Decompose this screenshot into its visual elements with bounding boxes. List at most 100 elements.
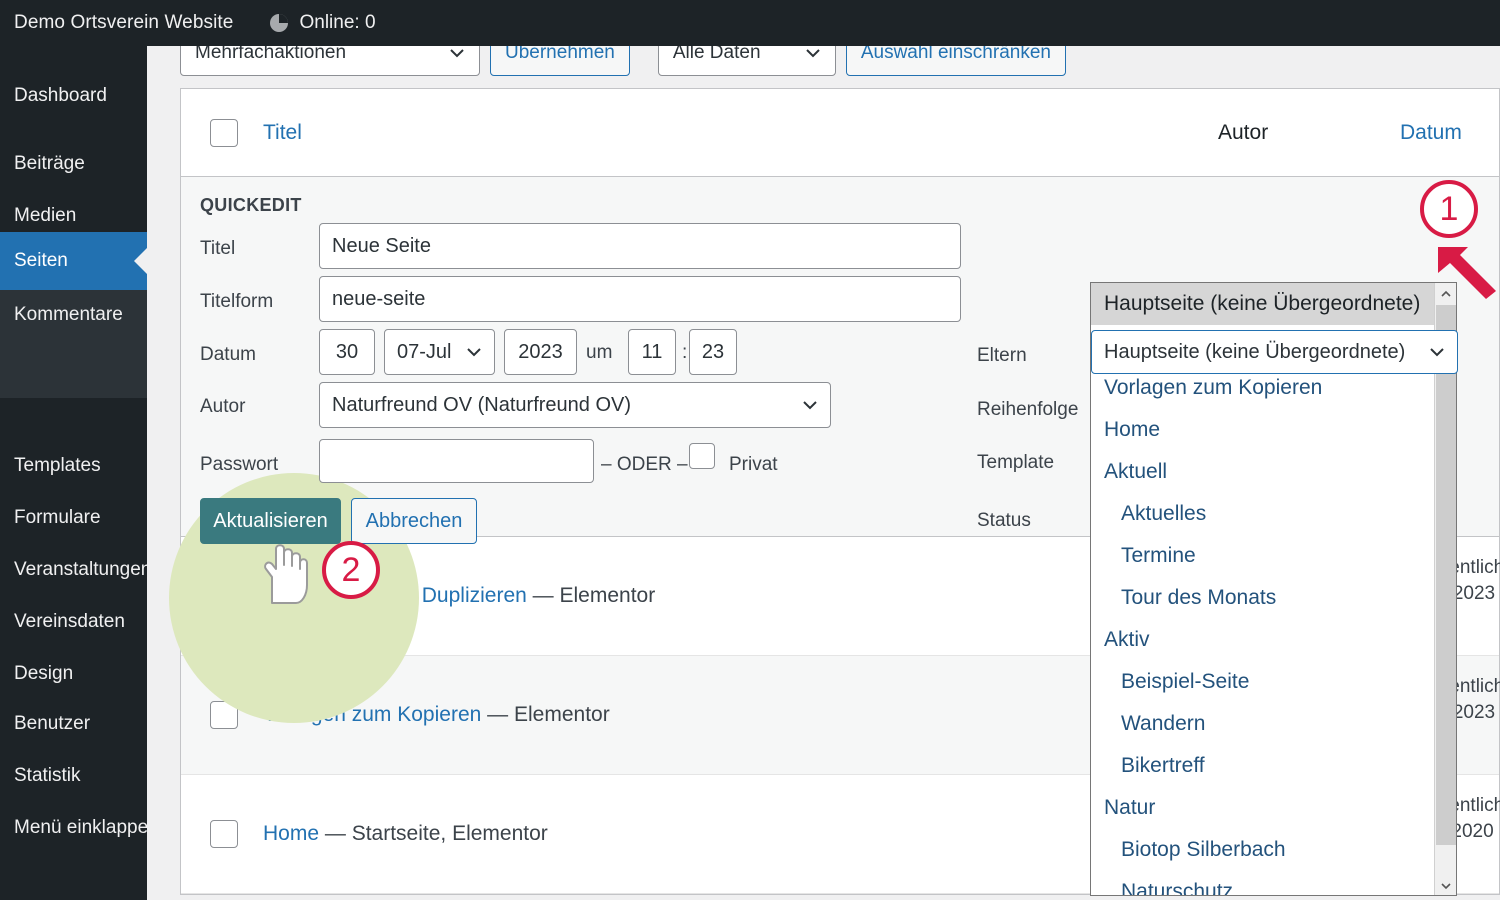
date-month-select[interactable]: 07-Jul xyxy=(384,329,495,375)
sidebar-item-label: Templates xyxy=(14,455,101,476)
label-datum: Datum xyxy=(200,344,256,365)
dropdown-option[interactable]: Termine xyxy=(1091,535,1456,577)
private-checkbox[interactable] xyxy=(689,443,715,469)
sidebar-item-veranstaltungen[interactable]: Veranstaltungen xyxy=(0,546,151,594)
hand-cursor-icon xyxy=(264,544,308,604)
sidebar-item-beitraege[interactable]: Beiträge xyxy=(0,140,147,188)
row-checkbox[interactable] xyxy=(210,582,238,610)
dropdown-option-label: Wandern xyxy=(1121,712,1206,735)
row-checkbox-wrap[interactable] xyxy=(181,582,238,610)
sidebar-item-benutzer[interactable]: Benutzer xyxy=(0,700,147,748)
chevron-down-icon xyxy=(1430,348,1444,357)
parent-select-value: Hauptseite (keine Übergeordnete) xyxy=(1104,340,1406,363)
row-title-meta: — Startseite, Elementor xyxy=(324,822,548,845)
dropdown-option[interactable]: Beispiel-Seite xyxy=(1091,661,1456,703)
row-checkbox-wrap[interactable] xyxy=(181,820,238,848)
sidebar-item-label: Seiten xyxy=(14,250,68,271)
time-hour-input[interactable]: 11 xyxy=(628,329,676,375)
column-header-author: Autor xyxy=(1218,120,1269,144)
row-checkbox[interactable] xyxy=(210,701,238,729)
dropdown-scroll-thumb[interactable] xyxy=(1436,305,1456,845)
title-input-value: Neue Seite xyxy=(332,234,431,257)
parent-dropdown-list[interactable]: Hauptseite (keine Übergeordnete) Leere S… xyxy=(1090,282,1457,896)
dropdown-option[interactable]: Biotop Silberbach xyxy=(1091,829,1456,871)
pointer-arrow-icon xyxy=(1438,247,1496,299)
cancel-label: Abbrechen xyxy=(365,509,463,532)
date-day-value: 30 xyxy=(335,340,359,363)
dropdown-option-label: Aktuell xyxy=(1104,460,1168,483)
dropdown-option-label: Vorlagen zum Kopieren xyxy=(1104,376,1323,399)
chevron-down-icon xyxy=(806,49,820,58)
online-counter[interactable]: Online: 0 xyxy=(269,12,376,34)
select-all-checkbox[interactable] xyxy=(210,118,238,147)
dropdown-option[interactable]: Aktiv xyxy=(1091,619,1456,661)
row-title: Leere Seite zum Duplizieren — Elementor xyxy=(263,584,655,608)
admin-sidebar: Dashboard Beiträge Medien Seiten Komment… xyxy=(0,46,159,900)
dropdown-option[interactable]: Tour des Monats xyxy=(1091,577,1456,619)
sidebar-item-templates[interactable]: Templates xyxy=(0,442,147,490)
slug-input[interactable]: neue-seite xyxy=(319,276,961,322)
sidebar-item-design[interactable]: Design xyxy=(0,650,147,698)
chevron-down-icon xyxy=(803,401,817,410)
sidebar-collapse-menu[interactable]: Menü einklappen xyxy=(0,804,159,852)
sidebar-item-kommentare[interactable]: Kommentare xyxy=(0,290,147,398)
dropdown-option[interactable]: Naturschutz xyxy=(1091,871,1456,895)
step-marker-2: 2 xyxy=(322,541,380,599)
label-template: Template xyxy=(977,452,1055,473)
dropdown-scrollbar[interactable] xyxy=(1434,283,1456,895)
sidebar-item-label: Veranstaltungen xyxy=(14,559,152,580)
step-marker-2-label: 2 xyxy=(341,550,361,589)
or-label: – ODER – xyxy=(601,454,688,475)
label-titelform: Titelform xyxy=(200,291,274,312)
date-month-value: 07-Jul xyxy=(397,340,452,363)
dropdown-option[interactable]: Wandern xyxy=(1091,703,1456,745)
label-eltern: Eltern xyxy=(977,345,1027,366)
sidebar-item-label: Design xyxy=(14,663,74,684)
column-header-title[interactable]: Titel xyxy=(263,121,302,145)
sidebar-item-vereinsdaten[interactable]: Vereinsdaten xyxy=(0,598,147,646)
title-input[interactable]: Neue Seite xyxy=(319,223,961,269)
time-minute-input[interactable]: 23 xyxy=(689,329,737,375)
sidebar-item-formulare[interactable]: Formulare xyxy=(0,494,147,542)
online-label: Online: 0 xyxy=(299,12,376,33)
row-title-meta: — Elementor xyxy=(487,703,610,726)
update-button[interactable]: Aktualisieren xyxy=(200,498,341,544)
quickedit-heading: QUICKEDIT xyxy=(200,195,302,215)
cancel-button[interactable]: Abbrechen xyxy=(351,498,477,544)
scroll-down-arrow-icon[interactable] xyxy=(1435,875,1456,895)
row-title-link[interactable]: Home xyxy=(263,822,319,845)
update-label: Aktualisieren xyxy=(213,509,328,532)
dropdown-option-label: Bikertreff xyxy=(1121,754,1205,777)
site-title[interactable]: Demo Ortsverein Website xyxy=(0,12,233,34)
row-title-link[interactable]: Vorlagen zum Kopieren xyxy=(263,703,481,726)
dropdown-option[interactable]: Natur xyxy=(1091,787,1456,829)
dropdown-option-label: Home xyxy=(1104,418,1161,441)
sidebar-item-label: Vereinsdaten xyxy=(14,611,125,632)
dropdown-option-label: Hauptseite (keine Übergeordnete) xyxy=(1104,292,1421,315)
dropdown-option[interactable]: Hauptseite (keine Übergeordnete) xyxy=(1091,283,1456,325)
sidebar-item-seiten[interactable]: Seiten xyxy=(0,232,148,290)
label-autor: Autor xyxy=(200,396,246,417)
dropdown-option[interactable]: Bikertreff xyxy=(1091,745,1456,787)
sidebar-item-statistik[interactable]: Statistik xyxy=(0,752,147,800)
row-checkbox[interactable] xyxy=(210,820,238,848)
column-header-date[interactable]: Datum xyxy=(1400,121,1462,145)
sidebar-item-label: Statistik xyxy=(14,765,81,786)
row-checkbox-wrap[interactable] xyxy=(181,701,238,729)
date-day-input[interactable]: 30 xyxy=(319,329,375,375)
dropdown-option[interactable]: Aktuelles xyxy=(1091,493,1456,535)
row-title: Home — Startseite, Elementor xyxy=(263,822,548,846)
row-title: Vorlagen zum Kopieren — Elementor xyxy=(263,703,610,727)
dropdown-option[interactable]: Aktuell xyxy=(1091,451,1456,493)
select-all-checkbox-wrap[interactable] xyxy=(181,118,238,147)
sidebar-item-label: Kommentare xyxy=(14,304,123,325)
parent-select[interactable]: Hauptseite (keine Übergeordnete) xyxy=(1091,330,1458,374)
password-input[interactable] xyxy=(319,439,594,483)
author-select[interactable]: Naturfreund OV (Naturfreund OV) xyxy=(319,382,831,428)
dropdown-option[interactable]: Home xyxy=(1091,409,1456,451)
date-year-input[interactable]: 2023 xyxy=(504,329,577,375)
chevron-down-icon xyxy=(467,348,481,357)
sidebar-item-dashboard[interactable]: Dashboard xyxy=(0,72,147,120)
time-hour-value: 11 xyxy=(641,340,663,363)
step-marker-1: 1 xyxy=(1420,180,1478,238)
